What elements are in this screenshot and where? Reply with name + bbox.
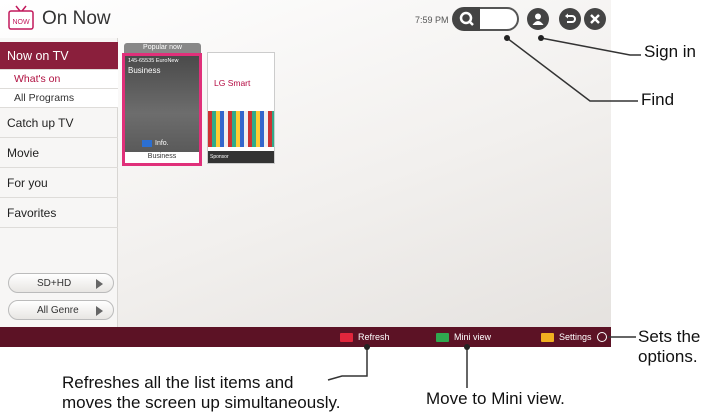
sponsor-image	[208, 111, 274, 147]
settings-button[interactable]: Settings	[541, 330, 607, 344]
mini-view-button[interactable]: Mini view	[436, 330, 491, 344]
sidebar-item-now-on-tv[interactable]: Now on TV	[0, 42, 118, 70]
clock: 7:59 PM	[415, 15, 449, 25]
sponsor-card[interactable]: LG Smart Sponsor	[207, 52, 275, 164]
sidebar-item-label: Now on TV	[7, 48, 69, 63]
search-icon	[459, 11, 474, 26]
annotation-line: Refreshes all the list items and	[62, 373, 294, 392]
annotation-refresh: Refreshes all the list items and moves t…	[62, 373, 340, 413]
annotation-line: moves the screen up simultaneously.	[62, 393, 341, 412]
lg-smart-logo: LG Smart	[214, 78, 251, 88]
sidebar-item-label: What's on	[14, 73, 61, 85]
sidebar-item-all-programs[interactable]: All Programs	[0, 89, 118, 108]
annotation-sign-in: Sign in	[644, 42, 696, 61]
arrow-right-icon	[96, 306, 103, 316]
card-footer: Sponsor	[208, 151, 274, 163]
refresh-button[interactable]: Refresh	[340, 330, 390, 344]
yellow-key-icon	[541, 332, 554, 342]
annotation-line: Sets the	[638, 327, 701, 346]
red-key-icon	[340, 332, 353, 342]
annotation-mini-view: Move to Mini view.	[426, 389, 565, 408]
header: NOW On Now 7:59 PM	[0, 0, 611, 38]
sidebar: Now on TV What's on All Programs Catch u…	[0, 38, 118, 327]
tv-screen: NOW On Now 7:59 PM Now on TV What's on A…	[0, 0, 611, 347]
annotation-find: Find	[641, 90, 675, 109]
sidebar-item-movie[interactable]: Movie	[0, 138, 118, 168]
close-button[interactable]	[584, 8, 606, 30]
search-input[interactable]	[480, 7, 519, 31]
info-label: Info.	[155, 140, 169, 147]
annotation-options: Sets the options.	[638, 327, 700, 367]
section-label: Popular now	[124, 43, 201, 53]
genre-filter-button[interactable]: All Genre	[8, 300, 114, 320]
user-icon	[532, 13, 544, 25]
sign-in-button[interactable]	[527, 8, 549, 30]
now-logo-icon: NOW	[8, 5, 34, 30]
program-thumbnail: 145-65535 EuroNew Business Info.	[125, 56, 199, 152]
sidebar-item-favorites[interactable]: Favorites	[0, 198, 118, 228]
sidebar-item-label: For you	[7, 175, 48, 190]
bottom-bar: Refresh Mini view Settings	[0, 327, 611, 347]
quality-filter-button[interactable]: SD+HD	[8, 273, 114, 293]
sidebar-item-for-you[interactable]: For you	[0, 168, 118, 198]
close-icon	[590, 14, 600, 24]
sidebar-item-catch-up-tv[interactable]: Catch up TV	[0, 108, 118, 138]
sidebar-item-label: Movie	[7, 145, 40, 160]
search-button[interactable]	[452, 7, 482, 31]
annotation-line: options.	[638, 347, 698, 366]
sidebar-item-label: All Programs	[14, 92, 75, 104]
program-card[interactable]: 145-65535 EuroNew Business Info. Busines…	[122, 53, 202, 166]
filter-label: All Genre	[37, 304, 79, 316]
mini-view-label: Mini view	[454, 332, 492, 342]
info-button[interactable]: Info.	[142, 138, 182, 149]
card-channel: 145-65535 EuroNew	[128, 58, 179, 64]
card-program: Business	[128, 66, 161, 75]
blue-key-icon	[142, 140, 152, 147]
settings-label: Settings	[559, 332, 592, 342]
green-key-icon	[436, 332, 449, 342]
sidebar-item-label: Favorites	[7, 205, 57, 220]
arrow-right-icon	[96, 279, 103, 289]
sidebar-item-label: Catch up TV	[7, 115, 74, 130]
logo-text: NOW	[12, 19, 30, 26]
app-title: On Now	[42, 8, 111, 29]
refresh-label: Refresh	[358, 332, 390, 342]
card-footer: Business	[147, 153, 177, 160]
filter-label: SD+HD	[37, 277, 72, 289]
settings-toggle-icon	[596, 332, 607, 342]
sidebar-item-whats-on[interactable]: What's on	[0, 70, 118, 89]
back-button[interactable]	[559, 8, 581, 30]
back-icon	[565, 13, 576, 23]
